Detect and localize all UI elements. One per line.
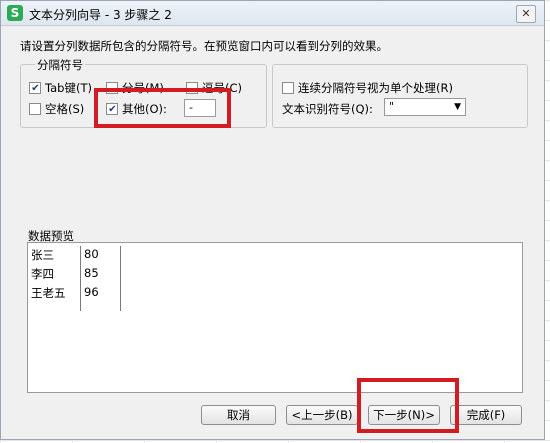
preview-cell-score: 96 bbox=[84, 285, 99, 299]
close-icon: ✕ bbox=[521, 7, 531, 20]
finish-button[interactable]: 完成(F) bbox=[450, 405, 522, 425]
column-break-line[interactable] bbox=[120, 246, 121, 311]
preview-cell-name: 李四 bbox=[31, 267, 54, 281]
space-label: 空格(S) bbox=[45, 102, 85, 116]
consecutive-label: 连续分隔符号视为单个处理(R) bbox=[298, 81, 453, 95]
space-checkbox[interactable]: 空格(S) bbox=[29, 101, 84, 117]
preview-cell-name: 张三 bbox=[31, 248, 54, 262]
column-break-line[interactable] bbox=[80, 246, 81, 311]
back-button[interactable]: <上一步(B) bbox=[286, 405, 358, 425]
instruction-text: 请设置分列数据所包含的分隔符号。在预览窗口内可以看到分列的效果。 bbox=[20, 39, 388, 53]
preview-cell-name: 王老五 bbox=[31, 286, 66, 300]
tab-check-box[interactable] bbox=[29, 82, 41, 94]
data-preview[interactable]: 张三 80 李四 85 王老五 96 bbox=[27, 242, 523, 393]
text-to-columns-dialog: S 文本分列向导 - 3 步骤之 2 ✕ 请设置分列数据所包含的分隔符号。在预览… bbox=[0, 0, 545, 440]
text-qualifier-select[interactable]: " ▼ bbox=[384, 98, 466, 116]
highlight-other-box bbox=[94, 88, 231, 128]
text-qualifier-value: " bbox=[389, 100, 395, 113]
tab-checkbox[interactable]: Tab键(T) bbox=[29, 80, 92, 96]
preview-cell-score: 85 bbox=[84, 266, 99, 280]
wps-app-icon: S bbox=[7, 5, 23, 21]
space-check-box[interactable] bbox=[29, 103, 41, 115]
options-group bbox=[272, 64, 528, 128]
chevron-down-icon: ▼ bbox=[454, 102, 461, 112]
cancel-button[interactable]: 取消 bbox=[201, 405, 276, 425]
preview-cell-score: 80 bbox=[84, 247, 99, 261]
close-button[interactable]: ✕ bbox=[516, 5, 536, 23]
consecutive-checkbox[interactable]: 连续分隔符号视为单个处理(R) bbox=[282, 80, 453, 96]
highlight-next-box bbox=[357, 378, 459, 433]
dialog-title: 文本分列向导 - 3 步骤之 2 bbox=[29, 8, 172, 22]
title-bar: S 文本分列向导 - 3 步骤之 2 ✕ bbox=[1, 1, 544, 26]
delimiters-legend: 分隔符号 bbox=[35, 57, 85, 73]
consecutive-check-box[interactable] bbox=[282, 82, 294, 94]
text-qualifier-label: 文本识别符号(Q): bbox=[282, 102, 373, 116]
tab-label: Tab键(T) bbox=[45, 81, 92, 95]
